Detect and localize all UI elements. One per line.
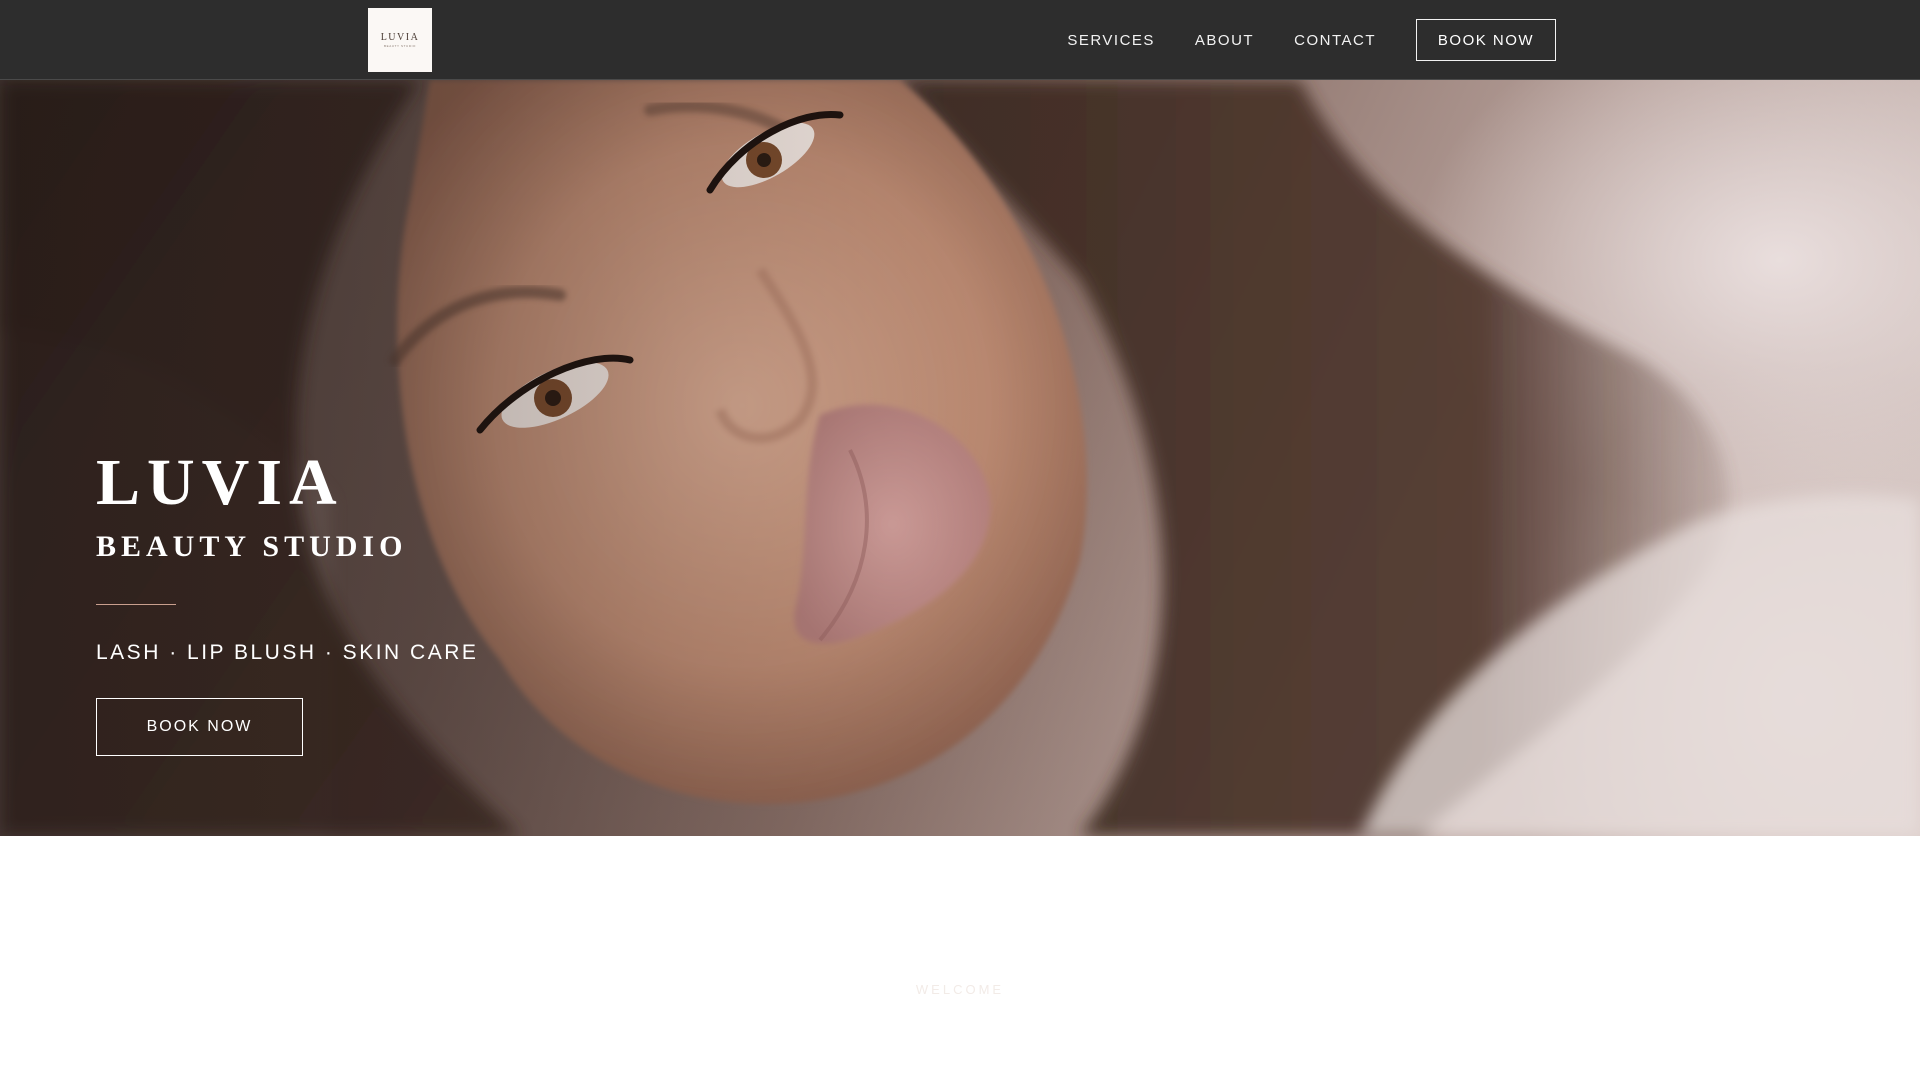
hero-section: LUVIA BEAUTY STUDIO LASH · LIP BLUSH · S… <box>0 80 1920 836</box>
logo[interactable]: LUVIA BEAUTY STUDIO <box>368 8 432 72</box>
nav-link-services[interactable]: SERVICES <box>1067 32 1155 49</box>
nav-link-about[interactable]: ABOUT <box>1195 32 1254 49</box>
top-nav: LUVIA BEAUTY STUDIO SERVICES ABOUT CONTA… <box>0 0 1920 80</box>
nav-link-contact[interactable]: CONTACT <box>1294 32 1376 49</box>
hero-services-tagline: LASH · LIP BLUSH · SKIN CARE <box>96 641 479 664</box>
hero-divider <box>96 604 176 605</box>
nav-links: SERVICES ABOUT CONTACT BOOK NOW <box>1067 19 1556 61</box>
hero-subtitle: BEAUTY STUDIO <box>96 530 408 563</box>
logo-wordmark: LUVIA <box>380 32 420 43</box>
nav-book-now-button[interactable]: BOOK NOW <box>1416 19 1556 61</box>
hero-title: LUVIA <box>96 446 344 519</box>
hero-book-now-button[interactable]: BOOK NOW <box>96 698 303 756</box>
welcome-eyebrow: WELCOME <box>915 982 1005 997</box>
logo-tagline: BEAUTY STUDIO <box>384 44 416 48</box>
